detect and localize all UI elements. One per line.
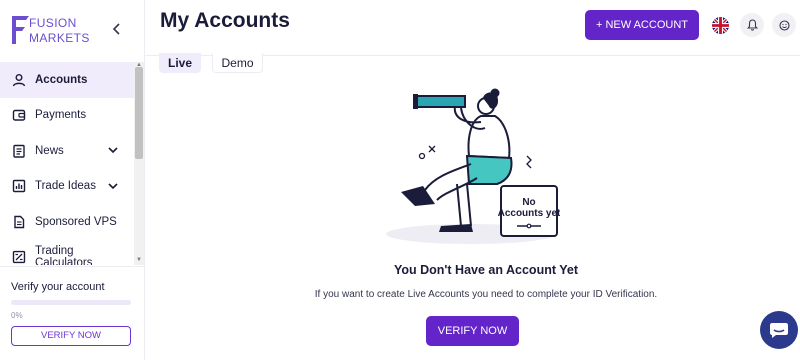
sidebar: FUSION MARKETS Accounts Payments News Tr… (0, 0, 145, 360)
sidebar-scrollbar[interactable]: ▲ ▼ (134, 62, 144, 265)
sidebar-item-accounts[interactable]: Accounts (0, 62, 134, 98)
calculator-icon (12, 251, 26, 264)
chevron-down-icon (108, 147, 118, 154)
verify-account-panel: Verify your account 0% VERIFY NOW (0, 266, 145, 360)
smiley-icon (778, 19, 790, 31)
chevron-left-icon (112, 23, 120, 35)
notifications-button[interactable] (740, 13, 764, 37)
brand-name: FUSION MARKETS (29, 16, 90, 46)
person-leg-right (456, 183, 462, 227)
sidebar-item-trade-ideas[interactable]: Trade Ideas (0, 169, 134, 205)
document-icon (14, 215, 25, 228)
sign-dot (526, 223, 532, 229)
tab-live[interactable]: Live (159, 53, 201, 73)
page-title: My Accounts (160, 9, 290, 32)
chat-icon (770, 323, 788, 338)
person-leg-left (424, 163, 472, 191)
sidebar-item-label: Sponsored VPS (35, 215, 117, 228)
wallet-icon (12, 110, 26, 121)
sidebar-nav: Accounts Payments News Trade Ideas Spons… (0, 62, 134, 265)
telescope-icon (414, 95, 466, 108)
page-header: My Accounts + NEW ACCOUNT (145, 0, 800, 56)
empty-state-description: If you want to create Live Accounts you … (314, 289, 658, 300)
chart-icon (12, 180, 26, 193)
newspaper-icon (13, 144, 25, 158)
scroll-thumb[interactable] (135, 67, 143, 159)
brand-name-line1: FUSION (29, 16, 77, 30)
tab-demo[interactable]: Demo (212, 53, 263, 73)
sign-text-line2: Accounts yet (498, 208, 560, 219)
no-accounts-illustration: No Accounts yet (386, 88, 560, 244)
decoration-cross (428, 145, 436, 153)
decoration-zigzag (526, 155, 532, 169)
profile-button[interactable] (772, 13, 796, 37)
verify-account-title: Verify your account (11, 281, 105, 293)
telescope-lens (413, 94, 418, 109)
brand-name-line2: MARKETS (29, 31, 90, 45)
uk-flag-icon[interactable] (712, 17, 729, 34)
new-account-button[interactable]: + NEW ACCOUNT (585, 10, 699, 40)
decoration-circle (418, 152, 426, 160)
empty-state-title: You Don't Have an Account Yet (393, 263, 579, 277)
sidebar-verify-now-button[interactable]: VERIFY NOW (11, 326, 131, 346)
scroll-down-arrow-icon[interactable]: ▼ (136, 257, 142, 263)
sidebar-item-label: Payments (35, 109, 87, 122)
bell-icon (746, 19, 758, 31)
user-icon (12, 73, 26, 87)
chat-button[interactable] (760, 311, 798, 349)
sidebar-item-label: Trade Ideas (35, 180, 96, 193)
sidebar-item-sponsored-vps[interactable]: Sponsored VPS (0, 204, 134, 240)
sidebar-item-trading-calculators[interactable]: Trading Calculators (0, 240, 134, 265)
person-hair-bun (490, 88, 500, 98)
sidebar-item-payments[interactable]: Payments (0, 98, 134, 134)
brand-logo[interactable]: FUSION MARKETS (9, 14, 109, 48)
verify-now-button[interactable]: VERIFY NOW (426, 316, 519, 346)
sign-text-line1: No (522, 197, 535, 208)
verification-progress-label: 0% (11, 311, 23, 320)
sidebar-item-label: News (35, 144, 64, 157)
collapse-sidebar-button[interactable] (110, 22, 124, 38)
sidebar-item-news[interactable]: News (0, 133, 134, 169)
chevron-down-icon (108, 182, 118, 189)
sidebar-item-label: Accounts (35, 73, 88, 86)
verification-progress-bar (11, 300, 131, 305)
language-selector-flag (712, 17, 729, 34)
sidebar-item-label: Trading Calculators (34, 245, 93, 265)
person-shoe-left (401, 186, 435, 206)
person-leg-right-inner (466, 183, 472, 227)
